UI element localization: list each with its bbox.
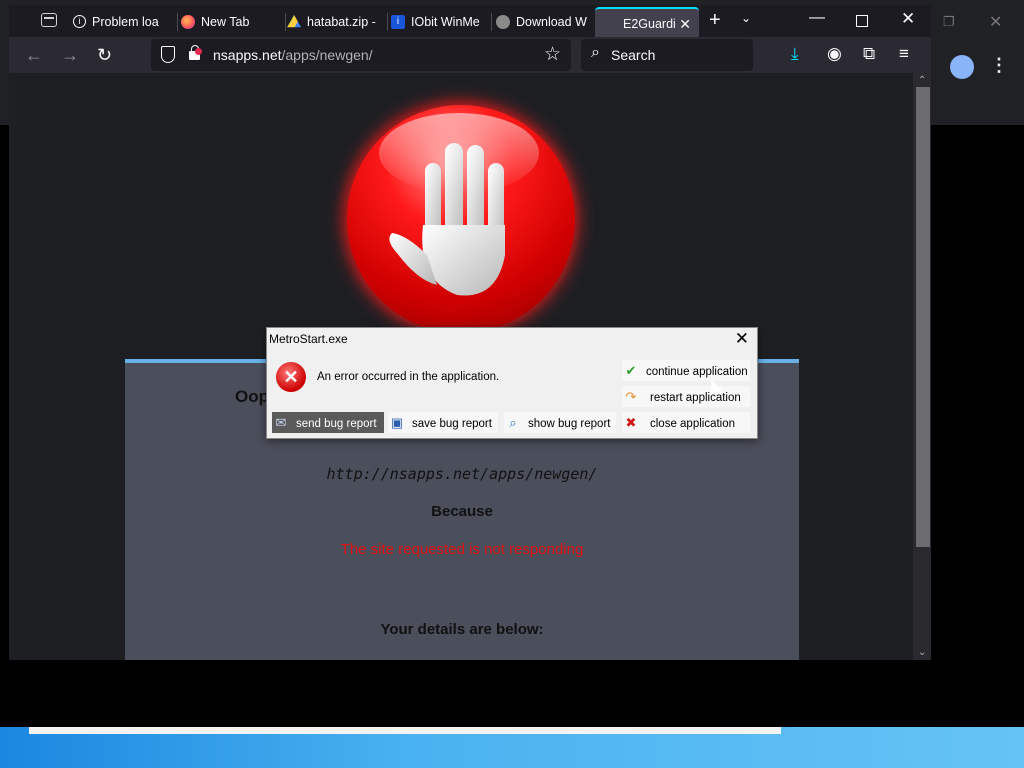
iobit-icon: i bbox=[391, 14, 405, 29]
button-label: close application bbox=[650, 418, 736, 430]
url-text[interactable]: nsapps.net/apps/newgen/ bbox=[213, 47, 373, 63]
back-icon[interactable]: ← bbox=[25, 45, 43, 66]
tab-label: hatabat.zip - bbox=[307, 15, 376, 29]
search-placeholder: Search bbox=[611, 47, 656, 63]
close-window-icon[interactable]: ✕ bbox=[901, 9, 915, 29]
tab-list-icon[interactable] bbox=[41, 13, 57, 27]
lock-icon[interactable] bbox=[189, 45, 202, 60]
extensions-icon[interactable]: ⧉ bbox=[863, 44, 875, 64]
download-site-icon bbox=[496, 14, 510, 29]
tab-hatabat-zip[interactable]: hatabat.zip - bbox=[287, 7, 387, 37]
background-profile-icon[interactable] bbox=[950, 55, 974, 79]
button-label: show bug report bbox=[528, 418, 611, 430]
background-menu-icon[interactable]: ⋮ bbox=[990, 55, 1008, 76]
panel-title: Oop bbox=[235, 387, 269, 406]
reload-icon[interactable]: ↻ bbox=[97, 45, 112, 66]
stop-highlight bbox=[379, 113, 539, 193]
dialog-title: MetroStart.exe bbox=[269, 332, 348, 346]
tab-iobit-winmeta[interactable]: i IObit WinMe bbox=[391, 7, 489, 37]
forward-icon[interactable]: → bbox=[61, 45, 79, 66]
envelope-icon: ✉ bbox=[275, 415, 287, 430]
tab-label: New Tab bbox=[201, 15, 250, 29]
hamburger-menu-icon[interactable]: ≡ bbox=[899, 44, 909, 64]
requested-url: http://nsapps.net/apps/newgen/ bbox=[326, 465, 598, 483]
tab-e2guardian[interactable]: E2Guardi ✕ bbox=[595, 7, 699, 37]
chevron-down-icon[interactable]: ⌄ bbox=[741, 11, 751, 25]
info-icon: i bbox=[73, 15, 86, 29]
url-domain: nsapps.net bbox=[213, 47, 282, 63]
show-bug-report-button[interactable]: ⌕ show bug report bbox=[504, 412, 616, 433]
error-icon: ✕ bbox=[276, 362, 306, 392]
url-bar[interactable]: nsapps.net/apps/newgen/ ☆ bbox=[151, 39, 571, 71]
tab-download[interactable]: Download W bbox=[496, 7, 596, 37]
background-close-icon[interactable]: ✕ bbox=[989, 12, 1002, 32]
tab-separator bbox=[387, 13, 388, 31]
maximize-icon[interactable] bbox=[856, 15, 868, 27]
tab-label: Download W bbox=[516, 15, 587, 29]
search-icon: ⌕ bbox=[591, 44, 600, 61]
tab-separator bbox=[177, 13, 178, 31]
continue-application-button[interactable]: ✔ continue application bbox=[622, 360, 750, 381]
scroll-down-icon[interactable]: ⌄ bbox=[918, 647, 926, 658]
button-label: restart application bbox=[650, 392, 741, 404]
drive-icon bbox=[287, 14, 301, 28]
minimize-icon[interactable]: — bbox=[809, 9, 825, 27]
restart-arrow-icon: ↷ bbox=[625, 389, 637, 404]
new-tab-icon[interactable]: + bbox=[709, 9, 721, 32]
url-path: /apps/newgen/ bbox=[281, 47, 373, 63]
dialog-close-icon[interactable]: ✕ bbox=[735, 329, 749, 349]
tab-problem-loading[interactable]: i Problem loa bbox=[73, 7, 177, 37]
dialog-message: An error occurred in the application. bbox=[317, 371, 500, 383]
tab-separator bbox=[285, 13, 286, 31]
tab-label: E2Guardi bbox=[623, 17, 676, 31]
tab-new-tab[interactable]: New Tab bbox=[181, 7, 285, 37]
download-icon[interactable]: ⤓ bbox=[791, 44, 799, 64]
details-heading: Your details are below: bbox=[380, 621, 544, 638]
navigation-toolbar: ← → ↻ nsapps.net/apps/newgen/ ☆ ⌕ Search… bbox=[9, 37, 931, 73]
firefox-icon bbox=[181, 14, 195, 29]
save-bug-report-button[interactable]: ▣ save bug report bbox=[388, 412, 498, 433]
because-label: Because bbox=[431, 503, 493, 520]
magnifier-icon: ⌕ bbox=[509, 415, 517, 430]
taskbar-window-strip bbox=[29, 727, 781, 734]
search-bar[interactable]: ⌕ Search bbox=[581, 39, 753, 71]
tab-label: IObit WinMe bbox=[411, 15, 480, 29]
tab-separator bbox=[491, 13, 492, 31]
scrollbar[interactable]: ⌃ ⌄ bbox=[913, 73, 931, 660]
desktop-background bbox=[932, 125, 1024, 700]
close-application-button[interactable]: ✖ close application bbox=[622, 412, 750, 433]
send-bug-report-button[interactable]: ✉ send bug report bbox=[272, 412, 384, 433]
error-reason: The site requested is not responding bbox=[340, 541, 584, 558]
tab-label: Problem loa bbox=[92, 15, 159, 29]
scroll-thumb[interactable] bbox=[916, 87, 930, 547]
red-x-icon: ✖ bbox=[625, 415, 637, 430]
tab-bar: i Problem loa New Tab hatabat.zip - i IObi… bbox=[9, 5, 931, 37]
background-restore-icon[interactable]: ❐ bbox=[943, 14, 955, 30]
button-label: continue application bbox=[646, 366, 748, 378]
shield-icon[interactable] bbox=[161, 46, 175, 63]
account-icon[interactable]: ◉ bbox=[827, 44, 842, 64]
floppy-disk-icon: ▣ bbox=[390, 415, 404, 430]
checkmark-icon: ✔ bbox=[625, 363, 637, 378]
bookmark-star-icon[interactable]: ☆ bbox=[544, 43, 561, 66]
restart-application-button[interactable]: ↷ restart application bbox=[622, 386, 750, 407]
close-tab-icon[interactable]: ✕ bbox=[679, 9, 691, 37]
error-dialog: MetroStart.exe ✕ ✕ An error occurred in … bbox=[266, 327, 758, 439]
scroll-up-icon[interactable]: ⌃ bbox=[918, 75, 926, 86]
button-label: send bug report bbox=[296, 418, 377, 430]
button-label: save bug report bbox=[412, 418, 492, 430]
